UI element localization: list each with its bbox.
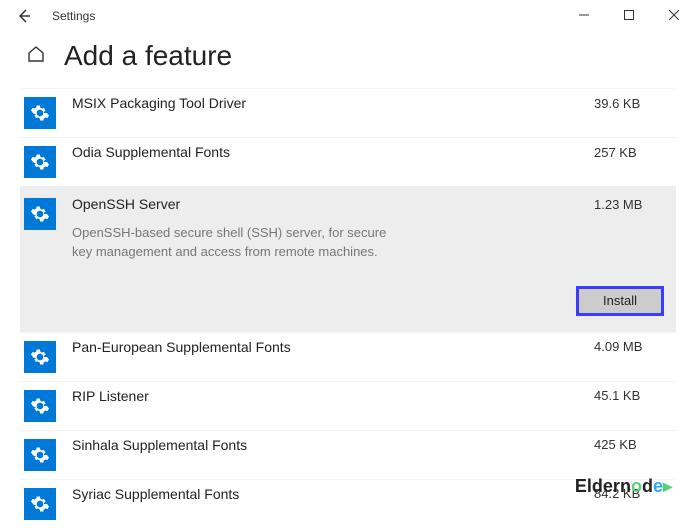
- gear-icon: [24, 198, 56, 230]
- feature-item-paneuro[interactable]: Pan-European Supplemental Fonts 4.09 MB: [20, 332, 676, 381]
- feature-size: 425 KB: [594, 437, 664, 452]
- close-button[interactable]: [651, 0, 696, 30]
- feature-item-sinhala[interactable]: Sinhala Supplemental Fonts 425 KB: [20, 430, 676, 479]
- back-arrow-icon: [16, 8, 32, 24]
- feature-item-rip[interactable]: RIP Listener 45.1 KB: [20, 381, 676, 430]
- feature-name: RIP Listener: [72, 388, 594, 404]
- feature-item-odia[interactable]: Odia Supplemental Fonts 257 KB: [20, 137, 676, 186]
- gear-icon: [24, 488, 56, 520]
- minimize-button[interactable]: [561, 0, 606, 30]
- feature-name: Pan-European Supplemental Fonts: [72, 339, 594, 355]
- maximize-button[interactable]: [606, 0, 651, 30]
- feature-name: MSIX Packaging Tool Driver: [72, 95, 594, 111]
- feature-size: 257 KB: [594, 145, 664, 160]
- feature-item-openssh[interactable]: OpenSSH Server 1.23 MB OpenSSH-based sec…: [20, 186, 676, 332]
- feature-name: Syriac Supplemental Fonts: [72, 486, 594, 502]
- gear-icon: [24, 341, 56, 373]
- feature-list: MSIX Packaging Tool Driver 39.6 KB Odia …: [0, 88, 696, 528]
- feature-size: 39.6 KB: [594, 96, 664, 111]
- feature-name: Sinhala Supplemental Fonts: [72, 437, 594, 453]
- gear-icon: [24, 390, 56, 422]
- watermark-logo: Eldernode▸: [575, 476, 672, 497]
- titlebar: Settings: [0, 0, 696, 32]
- feature-name: OpenSSH Server: [72, 196, 594, 212]
- caption-buttons: [561, 0, 696, 30]
- feature-description: OpenSSH-based secure shell (SSH) server,…: [72, 224, 392, 262]
- install-button[interactable]: Install: [576, 286, 664, 316]
- feature-size: 4.09 MB: [594, 339, 664, 354]
- page-header: Add a feature: [0, 32, 696, 88]
- gear-icon: [24, 439, 56, 471]
- close-icon: [669, 10, 679, 20]
- page-title: Add a feature: [64, 40, 232, 72]
- feature-item-msix[interactable]: MSIX Packaging Tool Driver 39.6 KB: [20, 88, 676, 137]
- maximize-icon: [624, 10, 634, 20]
- app-title: Settings: [44, 9, 95, 23]
- gear-icon: [24, 97, 56, 129]
- feature-size: 1.23 MB: [594, 197, 664, 212]
- back-button[interactable]: [4, 0, 44, 32]
- home-icon[interactable]: [26, 44, 46, 69]
- feature-name: Odia Supplemental Fonts: [72, 144, 594, 160]
- gear-icon: [24, 146, 56, 178]
- feature-size: 45.1 KB: [594, 388, 664, 403]
- minimize-icon: [579, 10, 589, 20]
